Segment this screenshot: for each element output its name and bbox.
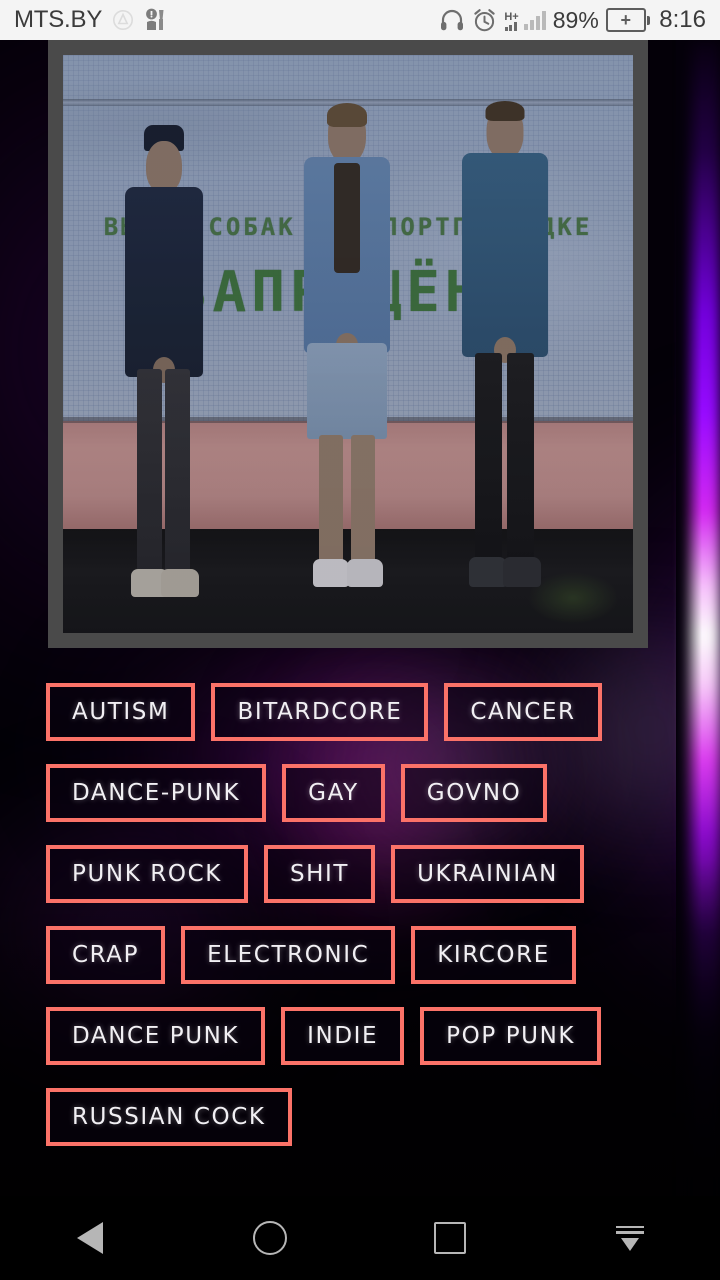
tag-chip[interactable]: DANCE-PUNK xyxy=(46,764,267,822)
tag-chip[interactable]: SHIT xyxy=(263,845,376,903)
tag-row: PUNK ROCK SHIT UKRAINIAN xyxy=(46,845,686,903)
android-navigation-bar xyxy=(0,1196,720,1280)
phone-screen: MTS.BY H+ 89% + 8:16 AUTISM BITARDCORE C… xyxy=(0,0,720,1280)
album-art-photo: ВЫГУЛ СОБАК НА СПОРТПЛОЩАДКЕ ЗАПРЕЩЁН! xyxy=(63,55,633,633)
photo-color-tint xyxy=(63,55,633,633)
no-sim-circle-icon xyxy=(112,9,134,31)
tag-row: AUTISM BITARDCORE CANCER xyxy=(46,683,686,741)
status-bar: MTS.BY H+ 89% + 8:16 xyxy=(0,0,720,40)
tag-chip[interactable]: KIRCORE xyxy=(411,926,576,984)
hplus-traffic-bars xyxy=(504,22,517,31)
triangle-left-icon xyxy=(77,1222,103,1254)
alarm-clock-icon xyxy=(472,8,497,33)
tag-chip[interactable]: PUNK ROCK xyxy=(46,845,248,903)
battery-percent-label: 89% xyxy=(552,6,599,33)
tag-chip[interactable]: CRAP xyxy=(46,926,166,984)
tag-chip[interactable]: INDIE xyxy=(281,1007,405,1065)
tag-row: DANCE-PUNK GAY GOVNO xyxy=(46,764,686,822)
hplus-network-icon: H+ xyxy=(504,9,519,31)
clock-label: 8:16 xyxy=(659,6,706,33)
tag-chip[interactable]: POP PUNK xyxy=(420,1007,602,1065)
carrier-label: MTS.BY xyxy=(14,6,103,33)
tag-list: AUTISM BITARDCORE CANCER DANCE-PUNK GAY … xyxy=(46,683,686,1169)
hide-navbar-button[interactable] xyxy=(540,1196,720,1280)
home-button[interactable] xyxy=(180,1196,360,1280)
tag-chip[interactable]: BITARDCORE xyxy=(211,683,429,741)
tag-row: CRAP ELECTRONIC KIRCORE xyxy=(46,926,686,984)
tag-chip[interactable]: GAY xyxy=(282,764,385,822)
recents-button[interactable] xyxy=(360,1196,540,1280)
mute-vibrate-icon xyxy=(144,8,170,32)
tag-chip[interactable]: DANCE PUNK xyxy=(46,1007,266,1065)
tag-row: DANCE PUNK INDIE POP PUNK xyxy=(46,1007,686,1065)
signal-bars-icon xyxy=(523,10,546,30)
tag-chip[interactable]: ELECTRONIC xyxy=(181,926,396,984)
tag-chip[interactable]: CANCER xyxy=(444,683,602,741)
back-button[interactable] xyxy=(0,1196,180,1280)
arrow-down-bars-icon xyxy=(616,1225,644,1251)
tag-chip[interactable]: AUTISM xyxy=(46,683,196,741)
status-bar-right: H+ 89% + 8:16 xyxy=(439,6,706,34)
status-bar-left: MTS.BY xyxy=(14,6,170,34)
circle-icon xyxy=(253,1221,287,1255)
tag-chip[interactable]: RUSSIAN COCK xyxy=(46,1088,292,1146)
tag-chip[interactable]: GOVNO xyxy=(400,764,548,822)
tag-row: RUSSIAN COCK xyxy=(46,1088,686,1146)
battery-charging-icon: + xyxy=(605,8,651,32)
square-icon xyxy=(434,1222,466,1254)
album-art-frame[interactable]: ВЫГУЛ СОБАК НА СПОРТПЛОЩАДКЕ ЗАПРЕЩЁН! xyxy=(48,40,648,648)
headphones-icon xyxy=(439,8,465,32)
tag-chip[interactable]: UKRAINIAN xyxy=(391,845,584,903)
